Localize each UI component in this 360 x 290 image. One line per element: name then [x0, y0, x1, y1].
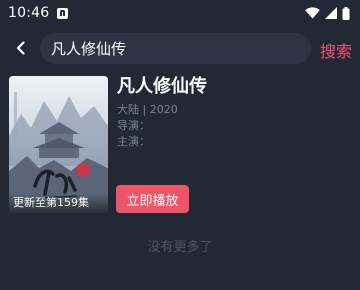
poster-image[interactable]: 更新至第159集 — [9, 76, 108, 213]
notification-icon — [57, 7, 69, 19]
search-query-text: 凡人修仙传 — [51, 40, 127, 58]
play-now-button[interactable]: 立即播放 — [116, 185, 189, 213]
no-more-results-text: 没有更多了 — [147, 240, 213, 255]
battery-icon — [342, 6, 350, 20]
back-button[interactable] — [10, 37, 32, 59]
status-bar: 10:46 — [0, 0, 360, 26]
result-title: 凡人修仙传 — [117, 76, 207, 97]
result-director: 导演： — [117, 119, 150, 132]
search-button[interactable]: 搜索 — [320, 38, 352, 62]
search-bar: 凡人修仙传 搜索 — [0, 30, 360, 68]
search-input[interactable]: 凡人修仙传 — [40, 33, 311, 64]
chevron-left-icon — [16, 41, 25, 55]
result-region-year: 大陆 | 2020 — [117, 103, 178, 116]
result-cast: 主演： — [117, 135, 150, 148]
wifi-icon — [305, 7, 320, 19]
episode-badge: 更新至第159集 — [9, 193, 108, 213]
status-time: 10:46 — [8, 5, 50, 21]
status-icons — [305, 6, 350, 20]
result-info: 凡人修仙传 大陆 | 2020 导演： 主演： — [117, 76, 207, 150]
search-result-item[interactable]: 更新至第159集 凡人修仙传 大陆 | 2020 导演： 主演： 立即播放 — [9, 76, 351, 214]
signal-icon — [325, 7, 337, 19]
